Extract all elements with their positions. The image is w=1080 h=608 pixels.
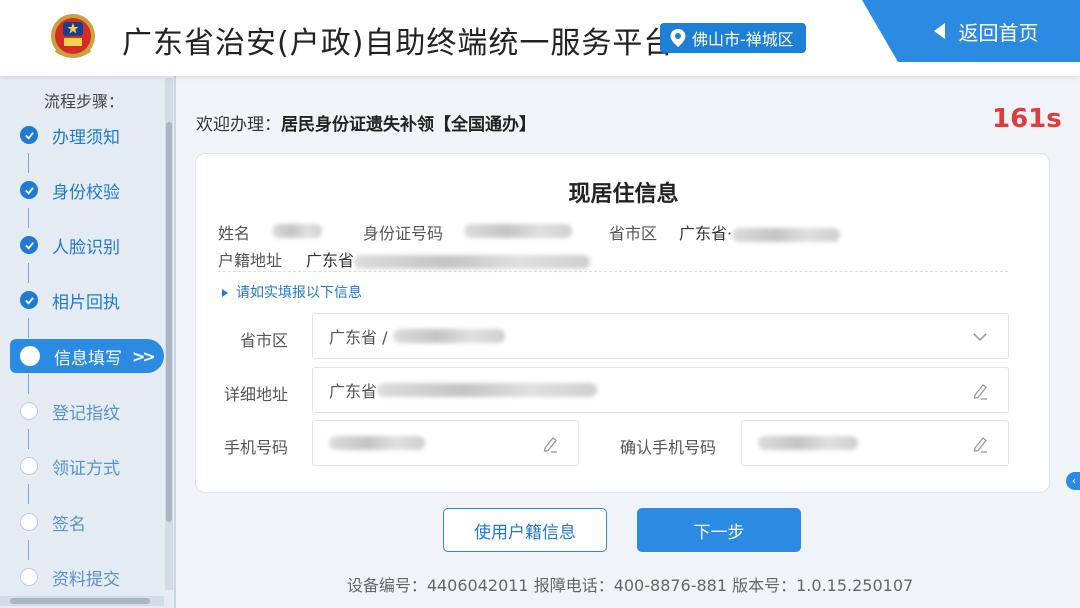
step-face-recognition[interactable]: 人脸识别 [20,230,160,260]
countdown-timer: 161s [992,104,1062,134]
pencil-edit-icon[interactable] [540,434,560,454]
sidebar-hscroll-thumb[interactable] [10,598,150,604]
step-label: 登记指纹 [52,403,120,424]
pending-step-dot-icon [20,402,38,420]
police-emblem-icon [51,14,95,58]
address-input[interactable]: 广东省 [312,367,1009,413]
steps-sidebar: 流程步骤： 办理须知 身份校验 人脸识别 相片回执 信息填写 >> 登记指纹 领… [0,76,176,608]
confirm-phone-input[interactable] [741,420,1009,466]
check-icon [20,291,38,309]
step-connector [28,318,29,338]
current-step-dot-icon [20,346,40,366]
location-badge[interactable]: 佛山市-禅城区 [660,23,806,53]
step-connector [28,153,29,173]
step-photo-receipt[interactable]: 相片回执 [20,285,160,315]
step-signature[interactable]: 签名 [20,507,160,537]
device-info-footer: 设备编号：4406042011 报障电话：400-8876-881 版本号：1.… [346,576,914,595]
id-number-label: 身份证号码 [363,224,444,243]
step-label: 身份校验 [52,182,120,203]
step-connector [28,208,29,228]
step-label: 相片回执 [52,292,120,313]
region-label: 省市区 [609,224,658,243]
step-identity-check[interactable]: 身份校验 [20,175,160,205]
check-icon [20,236,38,254]
step-label: 签名 [52,514,86,535]
name-label: 姓名 [218,224,251,243]
caret-right-icon [222,289,228,297]
collapse-panel-icon[interactable]: ‹ [1066,472,1080,490]
step-collection-method[interactable]: 领证方式 [20,451,160,481]
app-title: 广东省治安(户政)自助终端统一服务平台 [122,26,675,61]
step-label: 领证方式 [52,458,120,479]
back-arrow-icon [933,23,945,39]
app-header: 广东省治安(户政)自助终端统一服务平台 佛山市-禅城区 返回首页 [0,0,1080,76]
step-label: 信息填写 [54,348,122,369]
welcome-prefix: 欢迎办理： [196,115,281,135]
pencil-edit-icon[interactable] [970,381,990,401]
household-address-label: 户籍地址 [218,251,283,270]
chevron-down-icon [973,333,987,342]
double-chevron-right-icon: >> [132,346,156,366]
card-title: 现居住信息 [568,182,679,207]
service-name: 居民身份证遗失补领【全国通办】 [281,115,536,135]
step-notice[interactable]: 办理须知 [20,120,160,150]
form-region-label: 省市区 [240,331,289,350]
fill-hint: 请如实填报以下信息 [222,282,362,302]
form-phone-label: 手机号码 [224,438,289,457]
step-fingerprint[interactable]: 登记指纹 [20,396,160,426]
name-value-redacted [272,220,322,239]
step-info-fill[interactable]: 信息填写 >> [10,339,164,373]
form-address-label: 详细地址 [224,385,289,404]
check-icon [20,126,38,144]
step-connector [28,484,29,504]
step-connector [28,429,29,449]
household-address-value: 广东省 [306,247,591,271]
step-label: 办理须知 [52,127,120,148]
step-connector [28,374,29,394]
id-number-value-redacted [464,220,572,239]
use-household-info-button[interactable]: 使用户籍信息 [443,508,607,552]
step-label: 人脸识别 [52,237,120,258]
check-icon [20,181,38,199]
step-connector [28,263,29,283]
step-connector [28,540,29,560]
location-text: 佛山市-禅城区 [692,30,794,49]
next-step-button[interactable]: 下一步 [637,508,801,552]
region-select[interactable]: 广东省 / [312,313,1009,359]
location-pin-icon [670,29,686,47]
sidebar-scroll-thumb[interactable] [166,122,172,522]
residence-info-card: 现居住信息 姓名 身份证号码 省市区 广东省· 户籍地址 广东省 请如实填报以下… [195,153,1050,493]
pending-step-dot-icon [20,513,38,531]
welcome-line: 欢迎办理：居民身份证遗失补领【全国通办】 [196,110,536,135]
form-confirm-phone-label: 确认手机号码 [620,438,717,457]
pending-step-dot-icon [20,457,38,475]
region-value: 广东省· [679,220,841,244]
pencil-edit-icon[interactable] [970,434,990,454]
steps-heading: 流程步骤： [44,92,125,111]
section-divider [218,271,1008,272]
back-home-label: 返回首页 [958,20,1039,45]
back-home-button[interactable]: 返回首页 [862,0,1080,62]
phone-input[interactable] [312,420,579,466]
